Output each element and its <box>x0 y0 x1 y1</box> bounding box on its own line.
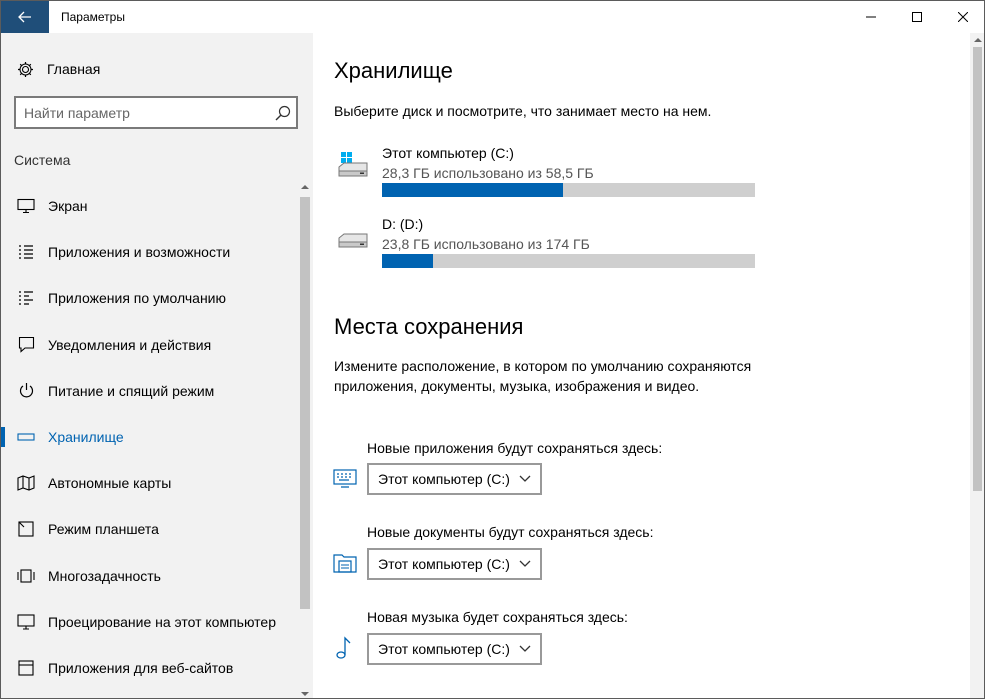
save-location-label: Новая музыка будет сохраняться здесь: <box>367 609 628 625</box>
sidebar-item-label: Автономные карты <box>48 475 172 492</box>
tablet-icon <box>17 520 35 538</box>
main-content: Хранилище Выберите диск и посмотрите, чт… <box>313 33 970 698</box>
sidebar-item-label: Питание и спящий режим <box>48 382 215 399</box>
drive-item-d[interactable]: D: (D:) 23,8 ГБ использовано из 174 ГБ <box>334 216 774 280</box>
main-scrollbar-thumb[interactable] <box>973 47 982 491</box>
usage-bar <box>382 183 755 197</box>
storage-drive-icon <box>17 428 35 446</box>
maximize-icon <box>912 12 922 22</box>
page-title: Хранилище <box>334 58 453 83</box>
dropdown-value: Этот компьютер (C:) <box>378 641 510 657</box>
scroll-down-icon[interactable] <box>301 690 309 698</box>
main-scrollbar[interactable] <box>970 33 984 698</box>
search-input[interactable] <box>24 104 264 122</box>
usage-bar-fill <box>382 254 434 268</box>
chevron-down-icon <box>519 475 531 482</box>
apps-monitor-icon <box>333 469 357 488</box>
back-button[interactable] <box>1 1 49 33</box>
notification-icon <box>17 336 35 354</box>
sidebar-nav: Экран Приложения и возможности Приложени… <box>1 183 297 691</box>
window-title: Параметры <box>61 10 125 24</box>
sidebar-item-screen[interactable]: Экран <box>1 183 297 229</box>
sidebar-item-label: Экран <box>48 198 88 215</box>
save-location-label: Новые документы будут сохраняться здесь: <box>367 524 654 540</box>
documents-folder-icon <box>333 554 357 573</box>
usage-bar-fill <box>382 183 563 197</box>
web-apps-icon <box>17 659 35 677</box>
chevron-down-icon <box>519 560 531 567</box>
home-label: Главная <box>47 61 101 77</box>
sidebar-item-tablet-mode[interactable]: Режим планшета <box>1 506 297 552</box>
sidebar-item-default-apps[interactable]: Приложения по умолчанию <box>1 275 297 321</box>
documents-location-dropdown[interactable]: Этот компьютер (C:) <box>367 548 542 580</box>
minimize-button[interactable] <box>848 1 894 33</box>
sidebar-item-power[interactable]: Питание и спящий режим <box>1 368 297 414</box>
dropdown-value: Этот компьютер (C:) <box>378 471 510 487</box>
gear-icon <box>18 61 33 77</box>
sidebar-item-label: Приложения для веб-сайтов <box>48 659 234 676</box>
save-location-label: Новые приложения будут сохраняться здесь… <box>367 440 663 456</box>
sidebar-item-multitasking[interactable]: Многозадачность <box>1 553 297 599</box>
sidebar-scrollbar-thumb[interactable] <box>300 197 310 609</box>
drive-usage: 28,3 ГБ использовано из 58,5 ГБ <box>382 165 594 181</box>
monitor-icon <box>17 197 35 215</box>
back-arrow-icon <box>18 11 31 23</box>
dropdown-value: Этот компьютер (C:) <box>378 556 510 572</box>
scroll-up-icon[interactable] <box>301 183 309 191</box>
drive-item-c[interactable]: Этот компьютер (C:) 28,3 ГБ использовано… <box>334 145 774 209</box>
sidebar-item-label: Уведомления и действия <box>48 336 212 353</box>
chevron-down-icon <box>519 645 531 652</box>
sidebar-item-web-apps[interactable]: Приложения для веб-сайтов <box>1 645 297 691</box>
sidebar-item-label: Хранилище <box>48 429 124 446</box>
close-button[interactable] <box>940 1 984 33</box>
sidebar-item-apps[interactable]: Приложения и возможности <box>1 229 297 275</box>
windows-drive-icon <box>338 152 368 177</box>
sidebar-item-label: Режим планшета <box>48 521 159 538</box>
title-bar: Параметры <box>1 1 984 33</box>
sidebar-item-label: Приложения по умолчанию <box>48 290 226 307</box>
music-location-dropdown[interactable]: Этот компьютер (C:) <box>367 633 542 665</box>
hard-drive-icon <box>338 233 368 248</box>
sidebar-item-label: Приложения и возможности <box>48 244 231 261</box>
sidebar-item-projection[interactable]: Проецирование на этот компьютер <box>1 599 297 645</box>
search-icon[interactable] <box>274 104 292 122</box>
usage-bar <box>382 254 755 268</box>
music-note-icon <box>336 636 351 659</box>
page-description: Выберите диск и посмотрите, что занимает… <box>334 103 712 119</box>
save-locations-description: Измените расположение, в котором по умол… <box>334 358 752 394</box>
sidebar-item-storage[interactable]: Хранилище <box>1 414 297 460</box>
search-box[interactable] <box>14 96 298 129</box>
scroll-up-icon[interactable] <box>974 36 982 44</box>
power-icon <box>17 382 35 400</box>
projection-icon <box>17 613 35 631</box>
settings-window: Параметры Главная Система <box>0 0 985 699</box>
maximize-button[interactable] <box>894 1 940 33</box>
minimize-icon <box>866 16 876 18</box>
section-label: Система <box>14 152 71 168</box>
save-locations-title: Места сохранения <box>334 314 524 339</box>
apps-location-dropdown[interactable]: Этот компьютер (C:) <box>367 463 542 495</box>
sidebar-item-offline-maps[interactable]: Автономные карты <box>1 460 297 506</box>
sidebar-item-label: Проецирование на этот компьютер <box>48 613 276 630</box>
sidebar-item-label: Многозадачность <box>48 567 161 584</box>
home-link[interactable]: Главная <box>17 59 100 79</box>
sidebar-item-notifications[interactable]: Уведомления и действия <box>1 322 297 368</box>
active-indicator <box>1 426 5 447</box>
apps-list-icon <box>17 243 35 261</box>
drive-usage: 23,8 ГБ использовано из 174 ГБ <box>382 236 590 252</box>
drive-name: D: (D:) <box>382 216 424 232</box>
sidebar: Главная Система Экран Приложения и возм <box>1 33 313 698</box>
drive-name: Этот компьютер (C:) <box>382 145 514 161</box>
default-apps-icon <box>17 289 35 307</box>
map-icon <box>17 474 35 492</box>
sidebar-scrollbar[interactable] <box>298 183 312 698</box>
close-icon <box>958 12 968 22</box>
multitasking-icon <box>17 567 35 585</box>
